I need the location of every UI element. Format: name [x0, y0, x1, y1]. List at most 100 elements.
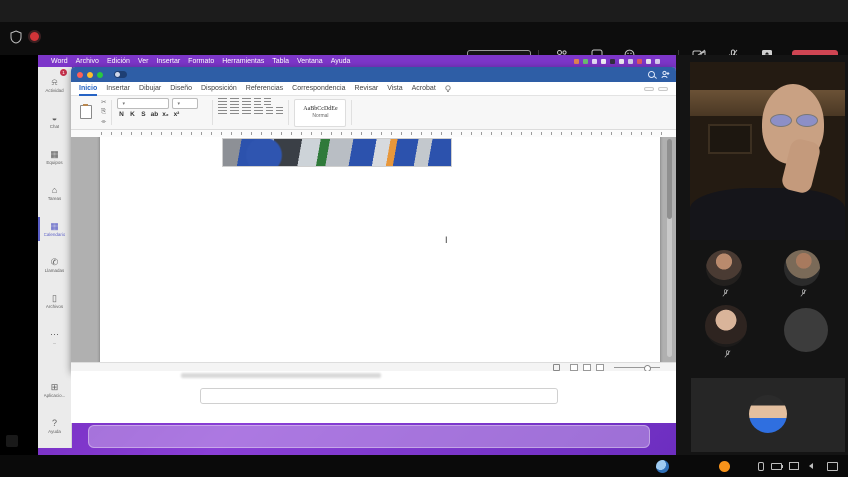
ribbon-tab[interactable]: Revisar — [354, 82, 378, 96]
mac-menu-item[interactable]: Herramientas — [222, 58, 264, 65]
ribbon-tab[interactable]: Correspondencia — [292, 82, 345, 96]
main-video-tile[interactable] — [690, 62, 845, 240]
mac-menu-item[interactable]: Formato — [188, 58, 214, 65]
rail-item[interactable]: ▦ Equipos — [38, 139, 71, 175]
overflow-participants-badge[interactable] — [784, 308, 828, 352]
tell-me-box[interactable] — [445, 85, 453, 93]
ribbon-tab[interactable]: Diseño — [170, 82, 192, 96]
ribbon-tab[interactable]: Inicio — [79, 82, 97, 96]
web-layout-icon[interactable] — [596, 364, 604, 371]
mac-menu-item[interactable]: Insertar — [156, 58, 180, 65]
format-painter-icon[interactable]: ⌯ — [101, 118, 106, 126]
speaker-icon[interactable] — [806, 463, 813, 469]
widgets-icon[interactable] — [656, 460, 669, 473]
mic-tray-icon[interactable] — [758, 462, 764, 471]
justify-icon[interactable] — [254, 107, 263, 114]
status-icon[interactable] — [592, 59, 597, 64]
bullets-icon[interactable] — [218, 98, 227, 105]
mac-menu-item[interactable]: Ver — [138, 58, 149, 65]
mac-menu-item[interactable]: Ventana — [297, 58, 323, 65]
status-icon[interactable] — [646, 59, 651, 64]
word-status-bar — [71, 362, 676, 371]
numbering-icon[interactable] — [230, 98, 239, 105]
status-icon[interactable] — [655, 59, 660, 64]
status-icon[interactable] — [583, 59, 588, 64]
close-traffic-light[interactable] — [77, 72, 83, 78]
participant-tile[interactable] — [688, 305, 764, 358]
status-icon[interactable] — [628, 59, 633, 64]
share-doc-icon[interactable] — [661, 70, 670, 79]
format-mark-button[interactable]: N — [117, 111, 125, 118]
minimize-button[interactable] — [780, 0, 806, 22]
format-mark-button[interactable]: S — [139, 111, 147, 118]
focus-checkbox[interactable] — [553, 364, 560, 371]
status-icon[interactable] — [610, 59, 615, 64]
status-icon[interactable] — [601, 59, 606, 64]
rail-item[interactable]: ✆ Llamadas — [38, 247, 71, 283]
ribbon-tab[interactable]: Referencias — [246, 82, 283, 96]
zoom-slider[interactable] — [614, 367, 660, 368]
ribbon-tab[interactable]: Acrobat — [412, 82, 436, 96]
format-mark-button[interactable]: x₂ — [161, 111, 169, 118]
document-canvas[interactable]: I — [71, 137, 676, 362]
ribbon-tab[interactable]: Vista — [387, 82, 402, 96]
ribbon-tab[interactable]: Disposición — [201, 82, 237, 96]
read-mode-icon[interactable] — [570, 364, 578, 371]
style-chip[interactable]: AaBbCcDdEe Normal — [294, 99, 346, 127]
multilevel-list-icon[interactable] — [242, 98, 251, 105]
rail-item[interactable]: ▦ Calendario — [38, 211, 71, 247]
format-mark-button[interactable]: x² — [172, 111, 180, 118]
copy-icon[interactable]: ⎘ — [101, 108, 106, 116]
network-icon[interactable] — [789, 462, 799, 470]
mac-menu-item[interactable]: Word — [51, 58, 68, 65]
rail-item[interactable]: ⌂ Tareas — [38, 175, 71, 211]
share-button[interactable] — [644, 87, 654, 91]
rail-item[interactable]: ⊞ Aplicacio... — [38, 372, 71, 408]
autosave-toggle[interactable] — [114, 71, 127, 78]
cut-icon[interactable]: ✂ — [101, 98, 106, 106]
line-spacing-icon[interactable] — [266, 107, 273, 114]
print-layout-icon[interactable] — [583, 364, 591, 371]
mac-menu-item[interactable]: Tabla — [272, 58, 289, 65]
zoom-traffic-light[interactable] — [97, 72, 103, 78]
status-icon[interactable] — [574, 59, 579, 64]
format-mark-button[interactable]: ab — [150, 111, 158, 118]
format-mark-button[interactable]: K — [128, 111, 136, 118]
document-scrollbar[interactable] — [667, 139, 672, 357]
word-window: Inicio Insertar Dibujar Diseño Disposición Re… — [71, 67, 676, 371]
participant-tile[interactable] — [686, 250, 762, 297]
self-video-tile[interactable] — [691, 378, 845, 452]
mac-menu-item[interactable]: Archivo — [76, 58, 99, 65]
font-name-combo[interactable]: ▾ — [117, 98, 169, 109]
rail-item[interactable]: 1 ⍾ Actividad — [38, 67, 71, 103]
bitcoin-icon[interactable] — [719, 461, 730, 472]
align-left-icon[interactable] — [218, 107, 227, 114]
ribbon-tab[interactable]: Insertar — [106, 82, 130, 96]
comments-button[interactable] — [658, 87, 668, 91]
battery-icon[interactable] — [771, 463, 782, 470]
participant-tile[interactable] — [764, 250, 840, 297]
rail-item[interactable]: ◒ Chat — [38, 103, 71, 139]
indent-icon[interactable] — [264, 98, 271, 105]
maximize-button[interactable] — [806, 0, 832, 22]
outdent-icon[interactable] — [254, 98, 261, 105]
scrollbar-thumb[interactable] — [667, 139, 672, 219]
status-icon[interactable] — [619, 59, 624, 64]
rail-item[interactable]: ? Ayuda — [38, 408, 71, 444]
align-center-icon[interactable] — [230, 107, 239, 114]
search-icon[interactable] — [648, 71, 655, 78]
reply-input[interactable] — [200, 388, 558, 404]
paste-button[interactable] — [75, 98, 97, 127]
font-size-combo[interactable]: ▾ — [172, 98, 198, 109]
borders-icon[interactable] — [276, 107, 283, 114]
mac-menu-item[interactable]: Edición — [107, 58, 130, 65]
ribbon-tab[interactable]: Dibujar — [139, 82, 161, 96]
status-icon[interactable] — [637, 59, 642, 64]
close-button[interactable] — [830, 0, 848, 22]
notifications-icon[interactable] — [827, 462, 838, 471]
align-right-icon[interactable] — [242, 107, 251, 114]
mac-menu-item[interactable]: Ayuda — [331, 58, 351, 65]
rail-item[interactable]: ⋯ ... — [38, 319, 71, 355]
minimize-traffic-light[interactable] — [87, 72, 93, 78]
rail-item[interactable]: ▯ Archivos — [38, 283, 71, 319]
